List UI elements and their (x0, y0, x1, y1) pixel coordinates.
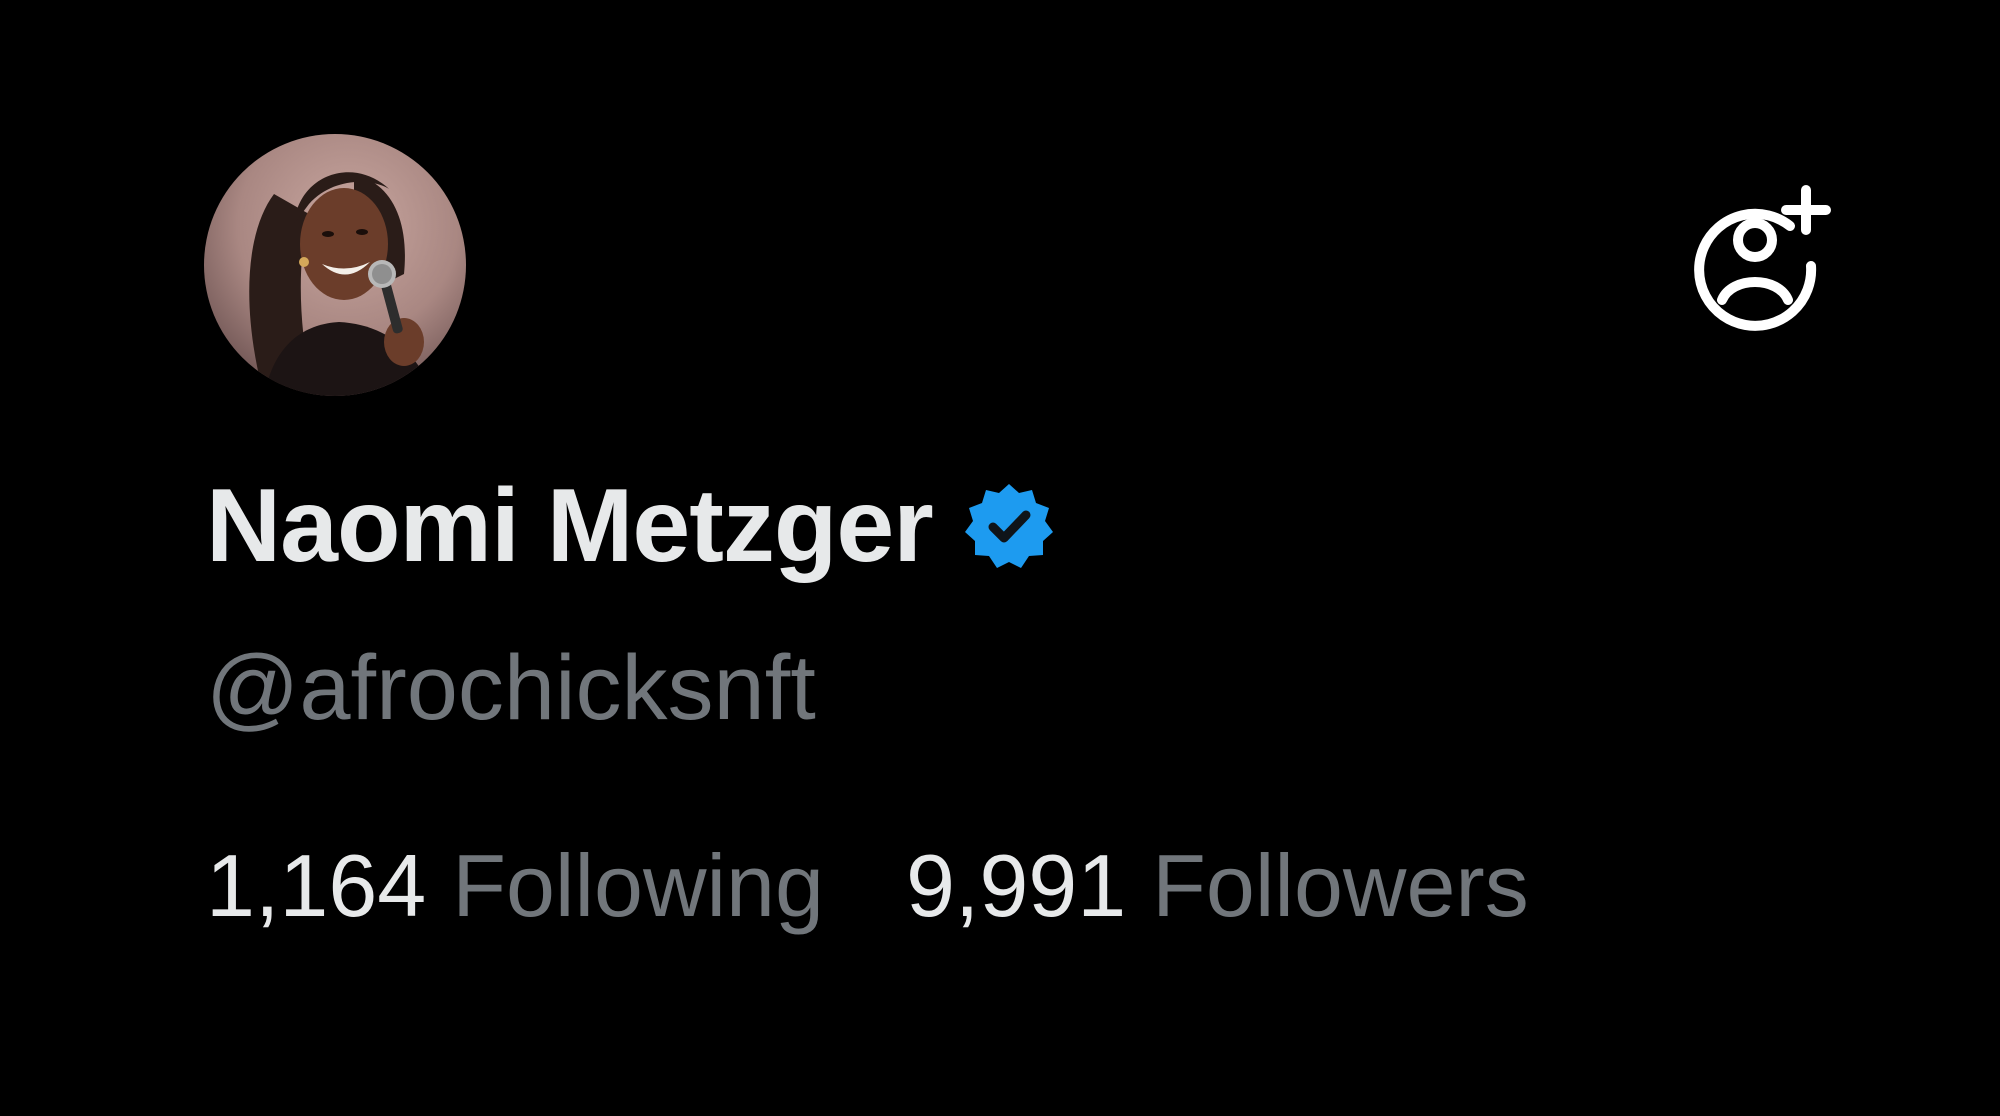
avatar[interactable] (204, 134, 466, 396)
avatar-image (204, 134, 466, 396)
followers-link[interactable]: 9,991 Followers (905, 836, 1529, 935)
user-handle: @afrochicksnft (206, 637, 816, 739)
verified-badge-icon[interactable] (963, 480, 1055, 572)
follow-button[interactable] (1680, 178, 1836, 334)
following-link[interactable]: 1,164 Following (206, 836, 824, 935)
display-name: Naomi Metzger (206, 468, 934, 584)
add-user-icon (1694, 185, 1831, 331)
stats-row: 1,164 Following 9,991 Followers (206, 836, 1529, 935)
profile-card: Naomi Metzger @afrochicksnft 1,164 Follo… (0, 0, 2000, 1116)
followers-label: Followers (1152, 836, 1529, 935)
following-label: Following (452, 836, 824, 935)
following-count: 1,164 (206, 836, 427, 935)
name-row: Naomi Metzger (206, 466, 1055, 586)
followers-count: 9,991 (905, 836, 1127, 935)
